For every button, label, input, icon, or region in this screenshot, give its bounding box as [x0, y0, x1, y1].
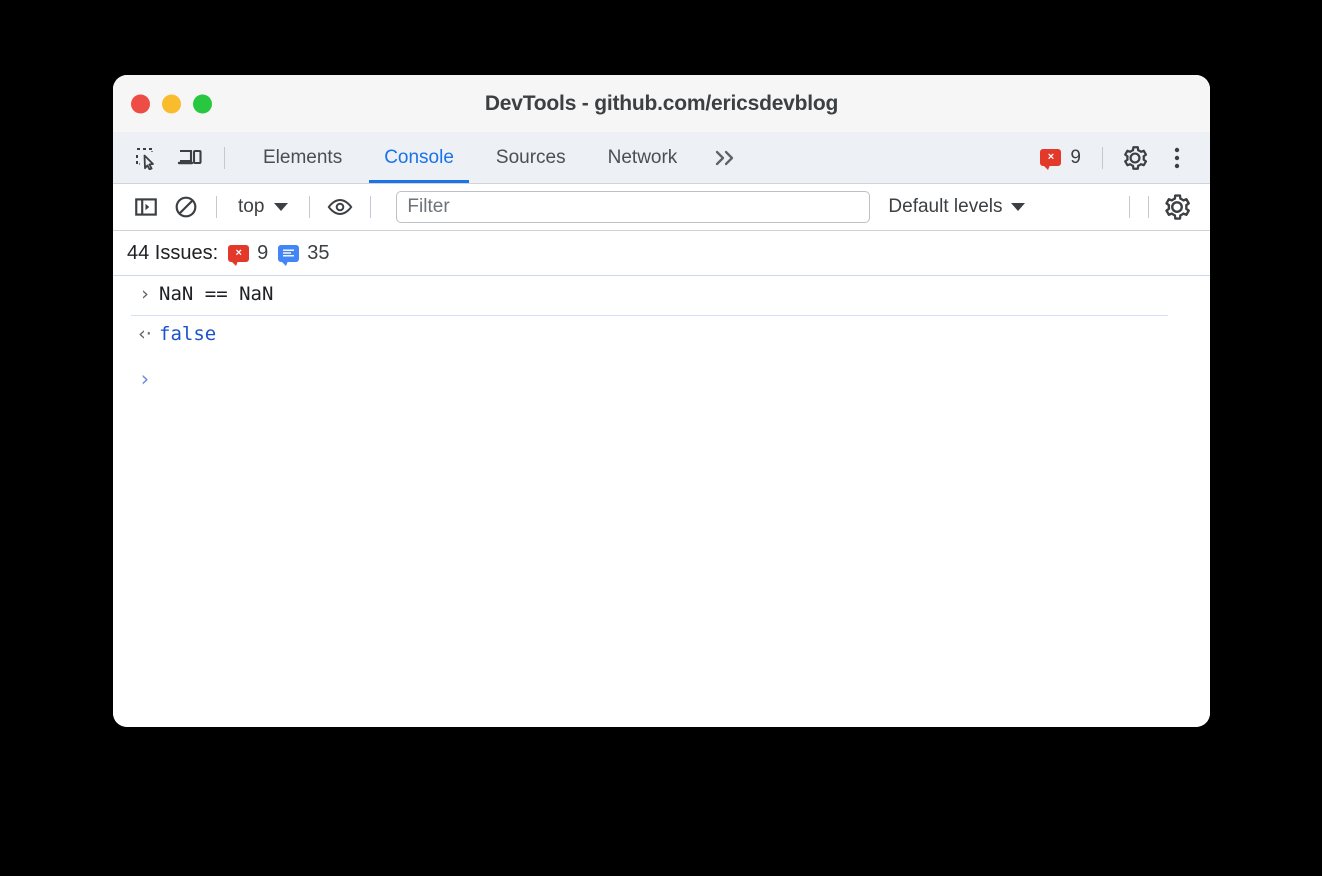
window-controls[interactable] — [131, 94, 212, 113]
console-result-marker: ‹· — [131, 323, 159, 344]
filter-input[interactable] — [396, 191, 870, 223]
issues-count-label: 44 Issues: — [127, 242, 218, 265]
zoom-button[interactable] — [193, 94, 212, 113]
tab-elements[interactable]: Elements — [242, 132, 363, 183]
console-sidebar-icon[interactable] — [127, 188, 165, 226]
console-toolbar: top Default levels — [113, 184, 1210, 231]
tabbar-left-tools — [113, 132, 234, 183]
clear-console-icon[interactable] — [167, 188, 205, 226]
tabbar-divider — [224, 147, 225, 169]
tab-sources-label: Sources — [496, 147, 566, 169]
chevron-down-icon — [274, 203, 288, 211]
prompt-chevron-right-icon: › — [141, 369, 149, 390]
device-toolbar-icon[interactable] — [171, 139, 209, 177]
kebab-menu-icon[interactable] — [1158, 139, 1196, 177]
error-bubble-glyph: × — [1048, 152, 1054, 163]
issues-error-item[interactable]: × 9 — [228, 242, 268, 265]
log-levels-label: Default levels — [888, 196, 1002, 218]
issues-error-glyph: × — [235, 248, 241, 259]
console-toolbar-divider-5 — [1148, 196, 1149, 218]
tab-network[interactable]: Network — [587, 132, 699, 183]
console-settings-gear-icon[interactable] — [1158, 188, 1196, 226]
console-input-marker: › — [131, 283, 159, 304]
tabbar-error-badge[interactable]: × 9 — [1040, 147, 1081, 169]
console-output[interactable]: › NaN == NaN ‹· false › — [113, 276, 1210, 727]
issues-info-count: 35 — [307, 242, 329, 265]
screen: DevTools - github.com/ericsdevblog — [0, 0, 1322, 876]
execution-context-selector[interactable]: top — [228, 196, 298, 218]
console-prompt-marker: › — [131, 367, 159, 390]
issues-error-count: 9 — [257, 242, 268, 265]
console-toolbar-divider-2 — [309, 196, 310, 218]
tab-elements-label: Elements — [263, 147, 342, 169]
devtools-tabbar: Elements Console Sources Network — [113, 132, 1210, 184]
live-expressions-eye-icon[interactable] — [321, 188, 359, 226]
more-tabs-icon[interactable] — [698, 132, 754, 183]
devtools-window: DevTools - github.com/ericsdevblog — [113, 75, 1210, 727]
error-bubble-icon: × — [1040, 149, 1061, 166]
panel-tabs: Elements Console Sources Network — [242, 132, 754, 183]
window-titlebar: DevTools - github.com/ericsdevblog — [113, 75, 1210, 132]
console-input-text: NaN == NaN — [159, 283, 273, 307]
issues-info-bubble-icon — [278, 245, 299, 262]
tab-sources[interactable]: Sources — [475, 132, 587, 183]
console-result-text: false — [159, 323, 216, 347]
console-toolbar-divider-1 — [216, 196, 217, 218]
execution-context-value: top — [238, 196, 264, 218]
tabbar-right-divider — [1102, 147, 1103, 169]
chevron-right-icon: › — [141, 285, 149, 304]
minimize-button[interactable] — [162, 94, 181, 113]
console-result-row[interactable]: ‹· false — [131, 316, 1168, 355]
tab-console-label: Console — [384, 147, 454, 169]
issues-info-item[interactable]: 35 — [278, 242, 329, 265]
tabbar-right-tools: × 9 — [1040, 132, 1210, 183]
console-toolbar-divider-4 — [1129, 196, 1130, 218]
log-levels-selector[interactable]: Default levels — [888, 196, 1025, 218]
close-button[interactable] — [131, 94, 150, 113]
console-toolbar-divider-3 — [370, 196, 371, 218]
levels-chevron-down-icon — [1011, 203, 1025, 211]
issues-error-bubble-icon: × — [228, 245, 249, 262]
tab-network-label: Network — [608, 147, 678, 169]
console-toolbar-right — [1120, 188, 1196, 226]
window-title: DevTools - github.com/ericsdevblog — [485, 92, 838, 116]
inspect-element-icon[interactable] — [127, 139, 165, 177]
issues-bar[interactable]: 44 Issues: × 9 35 — [113, 231, 1210, 276]
error-count: 9 — [1070, 147, 1081, 169]
tab-console[interactable]: Console — [363, 132, 475, 183]
gear-icon[interactable] — [1116, 139, 1154, 177]
console-input-row[interactable]: › NaN == NaN — [131, 276, 1168, 316]
chevron-left-return-icon: ‹· — [138, 325, 152, 344]
console-prompt-row[interactable]: › — [131, 355, 1168, 398]
